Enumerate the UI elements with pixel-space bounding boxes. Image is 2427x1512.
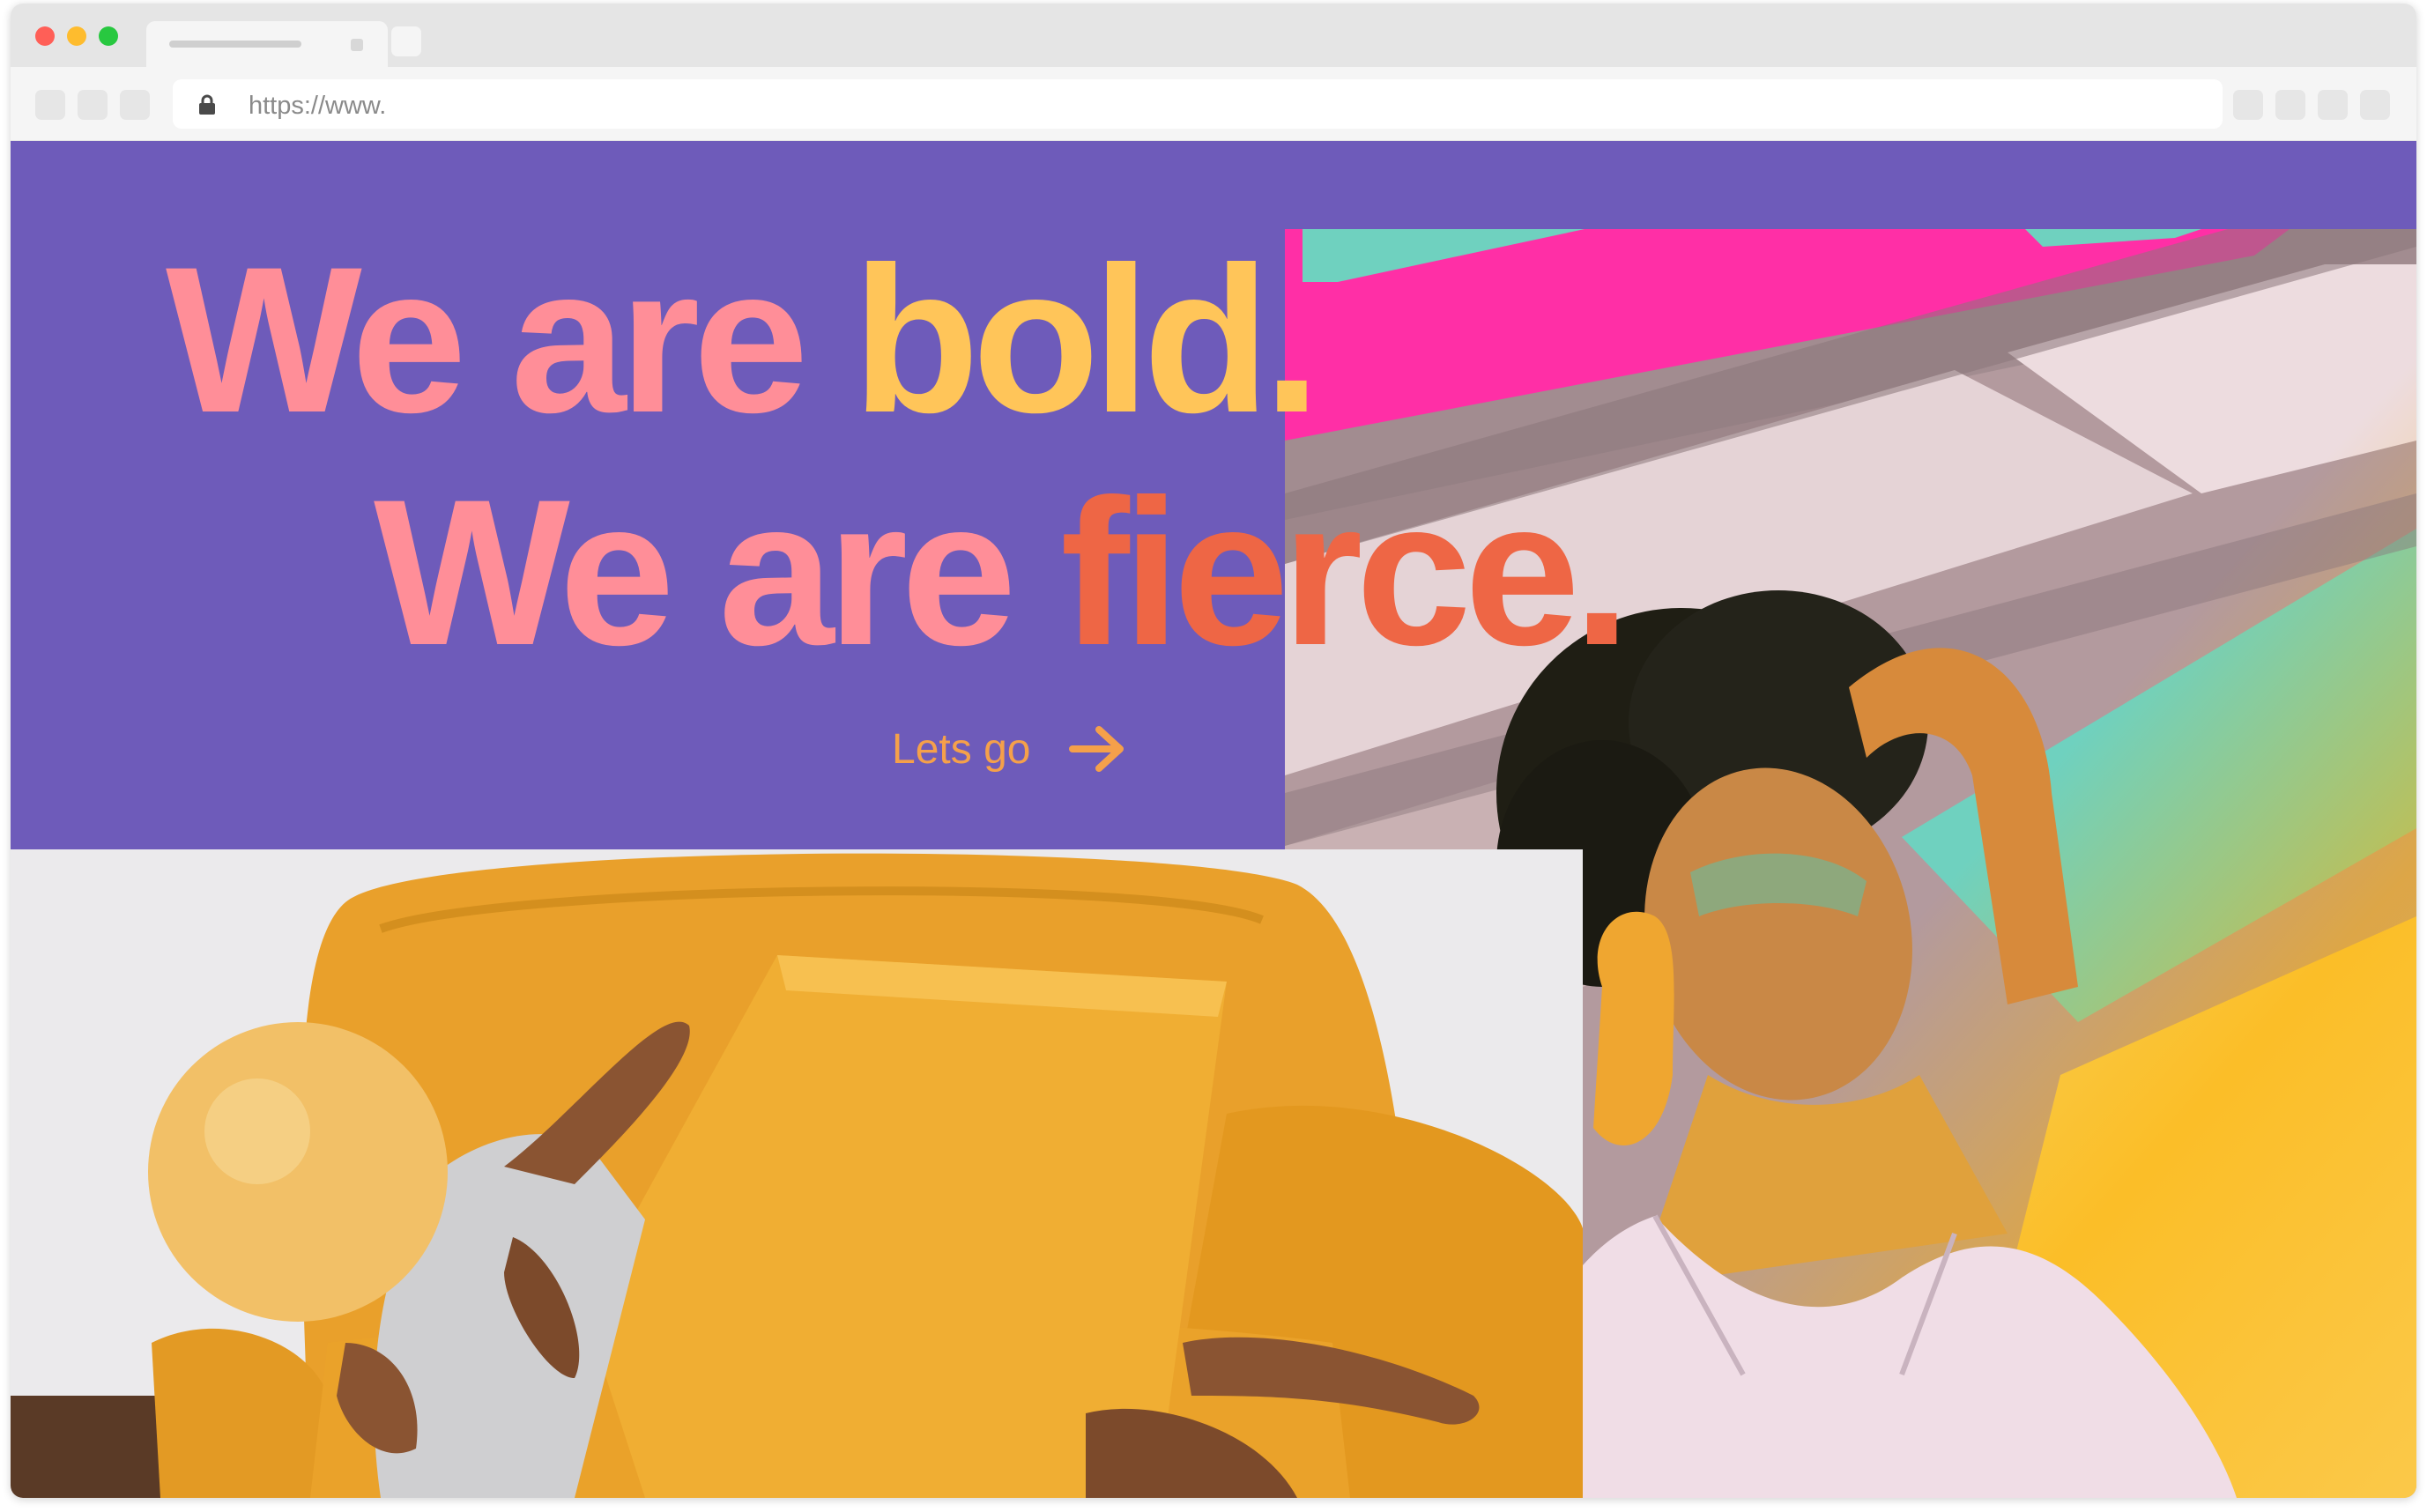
headline-word-bold: bold. — [852, 224, 1321, 456]
minimize-window-button[interactable] — [67, 26, 86, 46]
headline-line-2-lead: We are — [374, 456, 1061, 689]
webpage: We are bold. We are fierce. Lets go — [11, 141, 2416, 1498]
maximize-window-button[interactable] — [99, 26, 118, 46]
toolbar-button-2[interactable] — [2275, 90, 2305, 120]
browser-window: https://www. We are bold. We are fierce.… — [11, 4, 2416, 1498]
headline-word-fierce: fierce. — [1060, 456, 1630, 689]
browser-toolbar: https://www. — [11, 67, 2416, 141]
headline-line-1: We are bold. — [166, 236, 1321, 444]
arrow-right-icon — [1069, 726, 1124, 772]
tab-title-placeholder — [169, 41, 301, 48]
back-button[interactable] — [35, 90, 65, 120]
lets-go-label: Lets go — [892, 725, 1031, 773]
address-bar[interactable]: https://www. — [173, 79, 2223, 129]
headline-line-1-lead: We are — [166, 224, 853, 456]
new-tab-button[interactable] — [391, 26, 421, 56]
headline-line-2: We are fierce. — [374, 469, 1631, 677]
toolbar-button-4[interactable] — [2360, 90, 2390, 120]
close-window-button[interactable] — [35, 26, 55, 46]
reload-button[interactable] — [120, 90, 150, 120]
lets-go-link[interactable]: Lets go — [892, 724, 1125, 774]
toolbar-button-3[interactable] — [2318, 90, 2348, 120]
orange-sofa-photo — [11, 849, 1583, 1498]
browser-tab[interactable] — [146, 21, 388, 67]
toolbar-button-1[interactable] — [2233, 90, 2263, 120]
lock-icon — [199, 94, 215, 115]
tab-close-icon[interactable] — [351, 39, 363, 51]
title-bar — [11, 4, 2416, 67]
url-text: https://www. — [249, 92, 387, 120]
forward-button[interactable] — [78, 90, 108, 120]
